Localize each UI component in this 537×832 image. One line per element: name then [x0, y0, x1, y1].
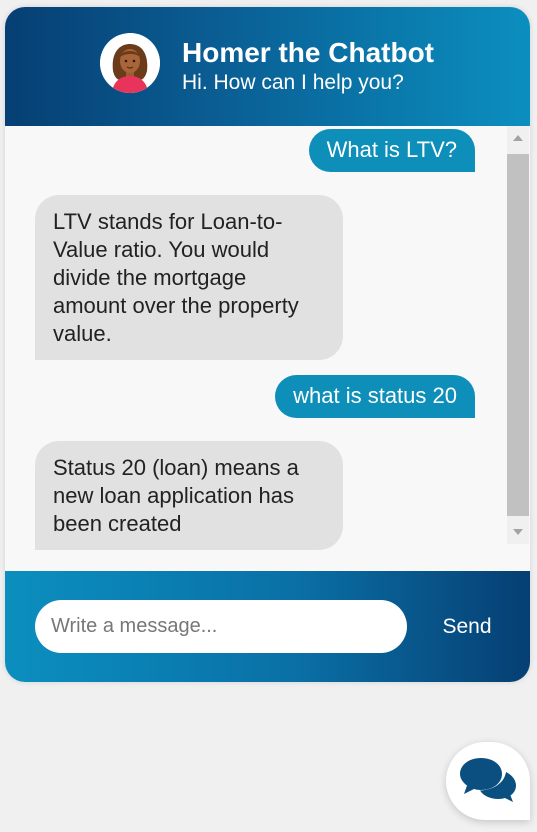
scrollbar-thumb[interactable] — [507, 154, 529, 516]
bot-message: LTV stands for Loan-to-Value ratio. You … — [35, 195, 343, 360]
user-message: what is status 20 — [275, 375, 475, 418]
scroll-up-arrow-icon[interactable] — [513, 135, 523, 141]
woman-avatar-icon — [100, 33, 160, 93]
bot-avatar — [100, 33, 160, 93]
composer-bar: Send — [5, 571, 530, 682]
chatbot-title: Homer the Chatbot — [182, 37, 434, 68]
send-button[interactable]: Send — [430, 604, 504, 650]
scroll-down-arrow-icon[interactable] — [513, 529, 523, 535]
message-input[interactable] — [35, 600, 407, 653]
message-scrollbar[interactable] — [507, 126, 529, 544]
chat-header: Homer the Chatbot Hi. How can I help you… — [5, 7, 530, 126]
chat-window: Homer the Chatbot Hi. How can I help you… — [5, 7, 530, 682]
chat-launcher-button[interactable] — [446, 742, 530, 820]
chat-bubbles-icon — [460, 758, 516, 802]
message-list[interactable]: What is LTV? LTV stands for Loan-to-Valu… — [5, 126, 530, 571]
bot-message: Status 20 (loan) means a new loan applic… — [35, 441, 343, 550]
user-message: What is LTV? — [308, 129, 475, 172]
chatbot-subtitle: Hi. How can I help you? — [182, 71, 404, 94]
